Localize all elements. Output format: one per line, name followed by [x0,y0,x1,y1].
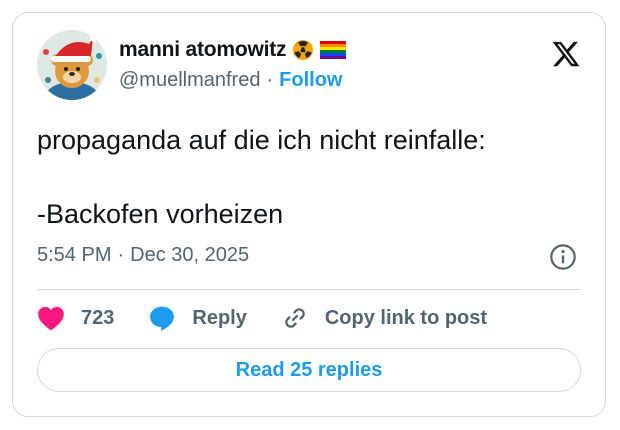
info-icon[interactable] [549,243,577,271]
rainbow-flag-icon [320,41,347,59]
post-text-line-2: -Backofen vorheizen [37,199,284,229]
author-display-name[interactable]: manni atomowitz [119,38,287,62]
author-handle[interactable]: @muellmanfred [119,69,260,92]
read-replies-button[interactable]: Read 25 replies [37,348,581,392]
post-time: 5:54 PM [37,244,112,266]
avatar-image [37,30,107,100]
separator-dot: · [266,69,274,91]
post-timestamp[interactable]: 5:54 PM · Dec 30, 2025 [37,244,249,267]
reply-bubble-icon [150,306,175,331]
copy-link-label: Copy link to post [324,306,488,329]
author-name-row: manni atomowitz [119,35,347,65]
separator-dot: · [117,244,125,266]
radioactive-icon [292,39,314,61]
avatar[interactable] [37,30,107,100]
reply-label: Reply [192,306,247,329]
heart-icon [38,306,64,331]
like-button[interactable]: 723 [37,305,114,331]
copy-link-button[interactable]: Copy link to post [281,304,487,332]
post-date: Dec 30, 2025 [130,244,250,266]
embedded-post-card: manni atomowitz @muellmanfred · Follow p… [12,12,606,417]
reply-button[interactable]: Reply [148,304,247,332]
author-handle-row: @muellmanfred · Follow [119,69,342,92]
follow-button[interactable]: Follow [279,69,342,92]
like-count: 723 [81,306,115,329]
divider [37,289,581,290]
action-bar: 723 Reply Copy link to post [37,301,521,335]
x-logo-icon[interactable] [551,39,581,69]
link-icon [285,308,305,328]
post-text-line-1: propaganda auf die ich nicht reinfalle: [37,125,486,155]
